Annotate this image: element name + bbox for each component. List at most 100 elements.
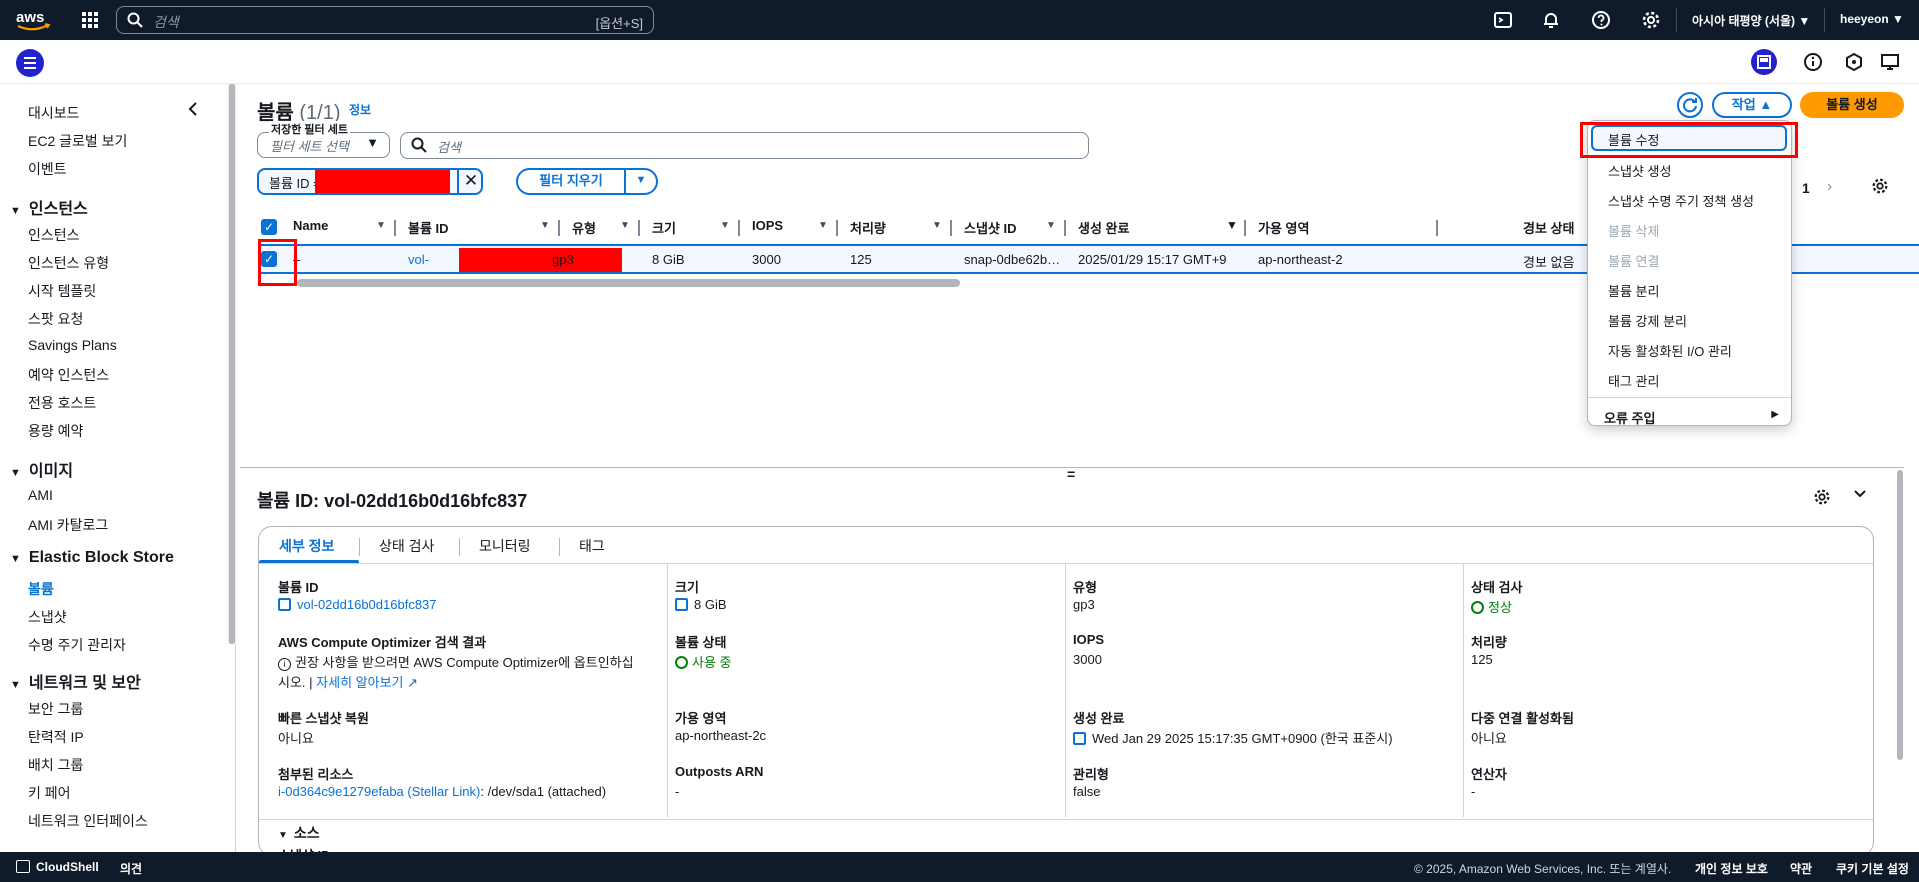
refresh-button[interactable] xyxy=(1677,92,1703,118)
sidebar-item-elastic-ips[interactable]: 탄력적 IP xyxy=(28,727,84,747)
help-icon[interactable] xyxy=(1591,10,1611,30)
sidebar-item-spot-requests[interactable]: 스팟 요청 xyxy=(28,309,83,329)
clear-filters-button[interactable]: 필터 지우기 xyxy=(516,168,626,195)
sidebar-item-security-groups[interactable]: 보안 그룹 xyxy=(28,699,83,719)
sidebar-item-snapshots[interactable]: 스냅샷 xyxy=(28,607,67,627)
column-divider[interactable] xyxy=(1436,220,1438,236)
chevron-down-icon[interactable] xyxy=(1852,486,1868,502)
column-divider[interactable] xyxy=(950,220,952,236)
column-divider[interactable] xyxy=(1244,220,1246,236)
account-menu[interactable]: heeyeon ▼ xyxy=(1840,12,1904,26)
sidebar-item-instances[interactable]: 인스턴스 xyxy=(28,225,80,245)
remove-filter-icon[interactable]: ✕ xyxy=(457,169,483,194)
column-header-created[interactable]: 생성 완료 xyxy=(1078,218,1129,237)
cell-volume-id-link[interactable]: vol- xyxy=(408,252,429,267)
menu-item-fault-injection[interactable]: 오류 주입 xyxy=(1604,408,1655,427)
sidebar-item-placement-groups[interactable]: 배치 그룹 xyxy=(28,755,83,775)
terms-link[interactable]: 약관 xyxy=(1790,860,1812,877)
menu-item-create-snapshot[interactable]: 스냅샷 생성 xyxy=(1608,161,1671,180)
column-header-alarm-status[interactable]: 경보 상태 xyxy=(1523,218,1574,237)
menu-item-manage-tags[interactable]: 태그 관리 xyxy=(1608,371,1659,390)
menu-item-detach-volume[interactable]: 볼륨 분리 xyxy=(1608,281,1659,300)
panel-toggle-button[interactable] xyxy=(1751,49,1777,75)
copy-icon[interactable] xyxy=(278,598,291,611)
sidebar-item-savings-plans[interactable]: Savings Plans xyxy=(28,337,117,353)
cookie-preferences-link[interactable]: 쿠키 기본 설정 xyxy=(1836,860,1909,877)
sidebar-section-instances[interactable]: ▼ 인스턴스 xyxy=(10,195,88,219)
sidebar-item-volumes[interactable]: 볼륨 xyxy=(28,579,54,599)
filter-token[interactable]: 볼륨 ID = ✕ xyxy=(257,168,483,195)
menu-item-create-lifecycle-policy[interactable]: 스냅샷 수명 주기 정책 생성 xyxy=(1608,191,1754,210)
info-icon[interactable] xyxy=(1803,52,1823,72)
source-section-toggle[interactable]: ▼ 소스 xyxy=(278,823,320,843)
sidebar-item-network-interfaces[interactable]: 네트워크 인터페이스 xyxy=(28,811,148,831)
page-number[interactable]: 1 xyxy=(1802,180,1810,196)
aws-logo[interactable]: aws xyxy=(16,7,52,33)
cell-snapshot-id[interactable]: snap-0dbe62b… xyxy=(964,252,1060,267)
column-header-iops[interactable]: IOPS xyxy=(752,218,783,233)
region-selector[interactable]: 아시아 태평양 (서울) ▼ xyxy=(1692,12,1810,29)
sidebar-item-lifecycle-manager[interactable]: 수명 주기 관리자 xyxy=(28,635,126,655)
sidebar-section-network-security[interactable]: ▼ 네트워크 및 보안 xyxy=(10,669,141,693)
sidebar-item-ami[interactable]: AMI xyxy=(28,487,53,503)
copy-icon[interactable] xyxy=(1073,732,1086,745)
tab-details[interactable]: 세부 정보 xyxy=(279,536,334,556)
column-header-size[interactable]: 크기 xyxy=(652,218,676,237)
gear-icon[interactable] xyxy=(1813,488,1831,506)
table-search-input[interactable]: 검색 xyxy=(400,132,1089,159)
table-horizontal-scrollbar[interactable] xyxy=(297,279,960,287)
shield-icon[interactable] xyxy=(1844,52,1864,72)
feedback-link[interactable]: 의견 xyxy=(120,860,142,877)
select-all-checkbox[interactable]: ✓ xyxy=(261,219,277,235)
clear-filters-dropdown[interactable]: ▼ xyxy=(624,168,658,195)
detail-scrollbar[interactable] xyxy=(1896,468,1904,848)
column-header-type[interactable]: 유형 xyxy=(572,218,596,237)
attached-instance-link[interactable]: i-0d364c9e1279efaba (Stellar Link) xyxy=(278,784,480,799)
sort-icon[interactable]: ▼ xyxy=(932,220,942,231)
column-divider[interactable] xyxy=(738,220,740,236)
sidebar-item-dashboard[interactable]: 대시보드 xyxy=(28,103,80,123)
sidebar-scrollbar[interactable] xyxy=(228,84,236,644)
column-divider[interactable] xyxy=(558,220,560,236)
column-header-snapshot-id[interactable]: 스냅샷 ID xyxy=(964,218,1017,237)
actions-button[interactable]: 작업 ▲ xyxy=(1712,92,1792,118)
collapse-chevron-icon[interactable] xyxy=(186,100,200,118)
sort-icon[interactable]: ▼ xyxy=(620,220,630,231)
services-grid-icon[interactable] xyxy=(80,10,100,30)
cloudshell-button[interactable]: CloudShell xyxy=(16,860,99,874)
next-page-icon[interactable]: › xyxy=(1827,178,1832,196)
column-header-volume-id[interactable]: 볼륨 ID xyxy=(408,218,449,237)
menu-item-force-detach-volume[interactable]: 볼륨 강제 분리 xyxy=(1608,311,1687,330)
preferences-gear-icon[interactable] xyxy=(1871,177,1889,195)
sidebar-item-global-view[interactable]: EC2 글로벌 보기 xyxy=(28,131,127,151)
column-divider[interactable] xyxy=(836,220,838,236)
sidebar-section-ebs[interactable]: ▼ Elastic Block Store xyxy=(10,549,174,567)
sidebar-item-key-pairs[interactable]: 키 페어 xyxy=(28,783,71,803)
sort-icon[interactable]: ▼ xyxy=(376,220,386,231)
privacy-link[interactable]: 개인 정보 보호 xyxy=(1695,860,1768,877)
column-header-az[interactable]: 가용 영역 xyxy=(1258,218,1309,237)
scrollbar-thumb[interactable] xyxy=(1897,470,1903,760)
column-divider[interactable] xyxy=(1064,220,1066,236)
global-search-input[interactable]: 검색 [옵션+S] xyxy=(116,6,654,34)
scrollbar-thumb[interactable] xyxy=(229,84,235,644)
sidebar-item-capacity-reservations[interactable]: 용량 예약 xyxy=(28,421,83,441)
monitor-icon[interactable] xyxy=(1880,52,1900,72)
sort-icon[interactable]: ▼ xyxy=(540,220,550,231)
bell-icon[interactable] xyxy=(1541,10,1561,30)
tab-monitoring[interactable]: 모니터링 xyxy=(479,536,531,556)
sort-icon[interactable]: ▼ xyxy=(720,220,730,231)
column-header-name[interactable]: Name xyxy=(293,218,328,233)
sort-icon[interactable]: ▼ xyxy=(818,220,828,231)
learn-more-link[interactable]: 자세히 알아보기 xyxy=(316,675,403,690)
create-volume-button[interactable]: 볼륨 생성 xyxy=(1800,92,1904,118)
column-divider[interactable] xyxy=(638,220,640,236)
menu-item-manage-auto-io[interactable]: 자동 활성화된 I/O 관리 xyxy=(1608,341,1732,360)
sort-icon[interactable]: ▼ xyxy=(1046,220,1056,231)
column-header-throughput[interactable]: 처리량 xyxy=(850,218,886,237)
sidebar-item-launch-templates[interactable]: 시작 템플릿 xyxy=(28,281,96,301)
sidebar-item-instance-types[interactable]: 인스턴스 유형 xyxy=(28,253,109,273)
sidebar-item-events[interactable]: 이벤트 xyxy=(28,159,67,179)
side-menu-toggle-button[interactable] xyxy=(16,49,44,77)
info-link[interactable]: 정보 xyxy=(349,101,371,118)
